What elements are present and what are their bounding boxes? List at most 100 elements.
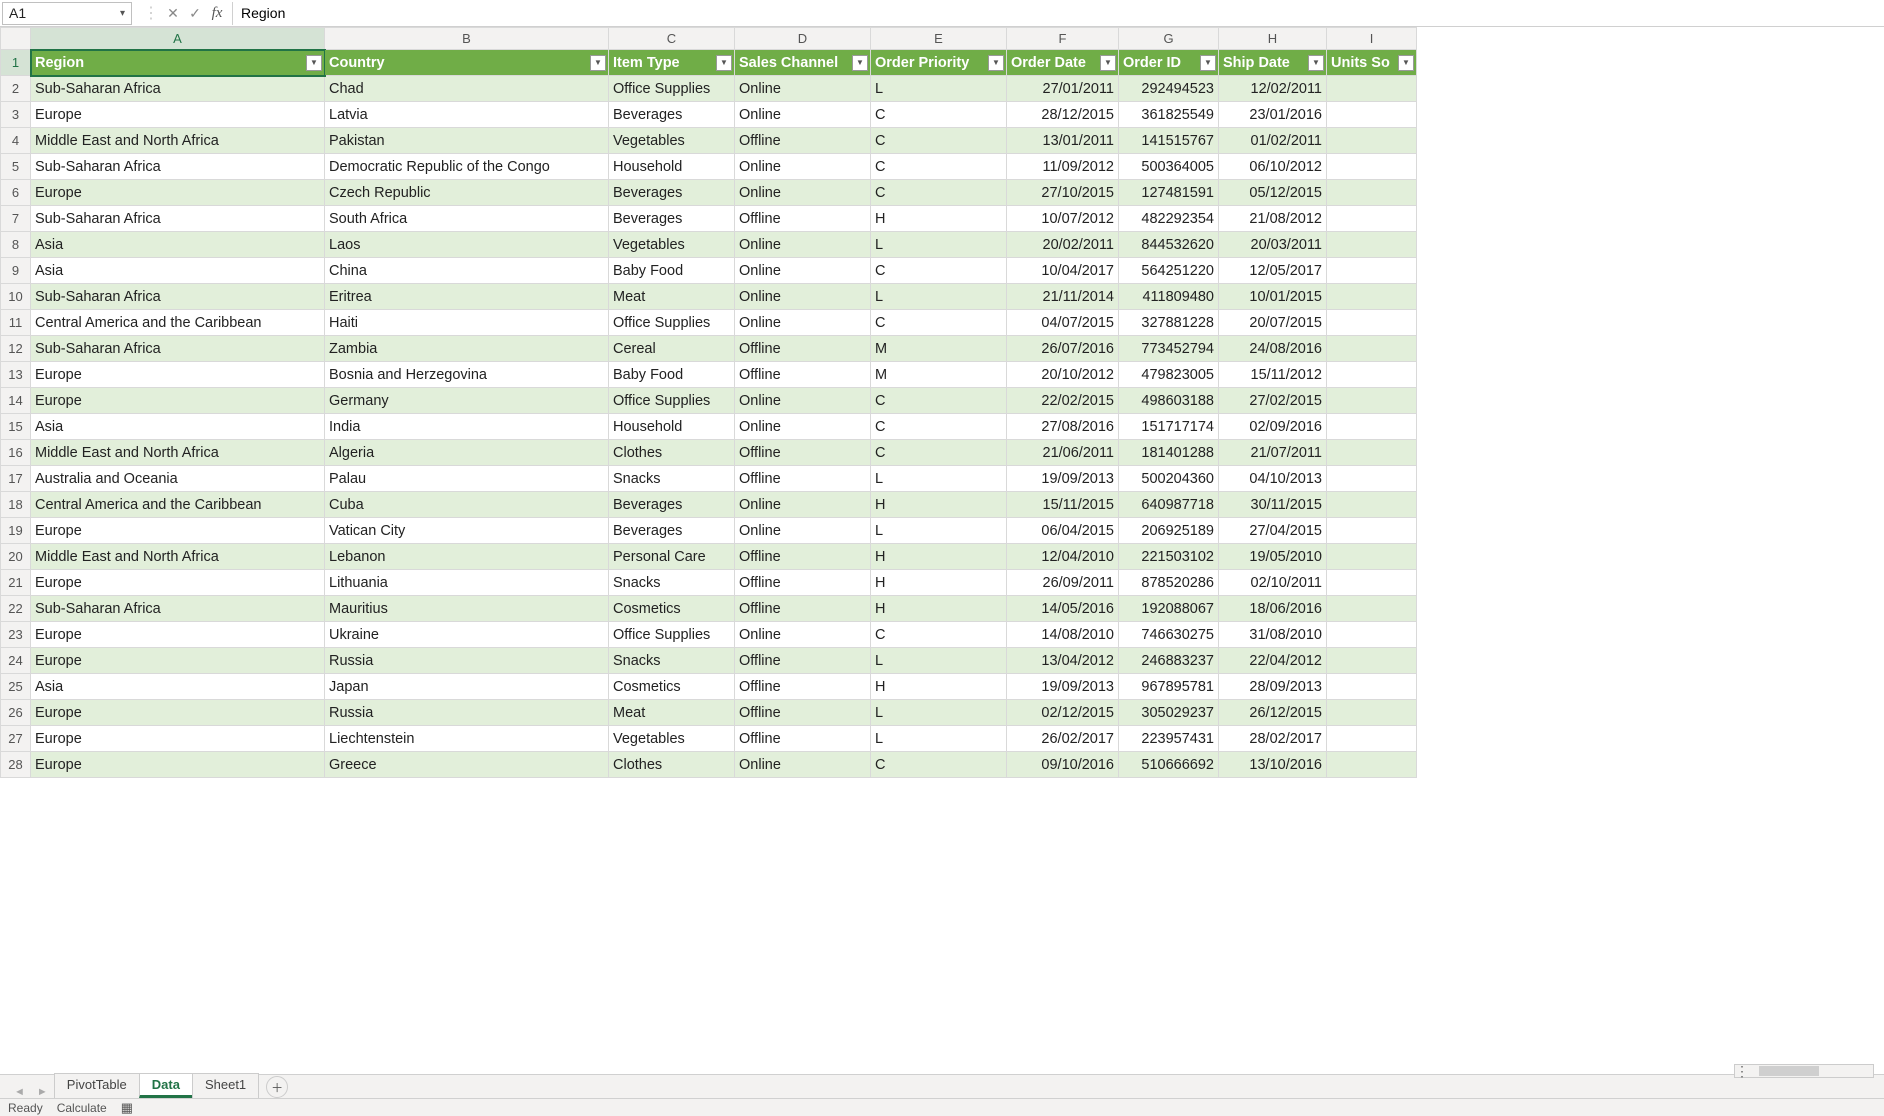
column-header-B[interactable]: B xyxy=(325,28,609,50)
cell-E26[interactable]: L xyxy=(871,700,1007,726)
cell-F28[interactable]: 09/10/2016 xyxy=(1007,752,1119,778)
cell-C27[interactable]: Vegetables xyxy=(609,726,735,752)
row-header-5[interactable]: 5 xyxy=(1,154,31,180)
cell-G25[interactable]: 967895781 xyxy=(1119,674,1219,700)
cell-E12[interactable]: M xyxy=(871,336,1007,362)
cell-B4[interactable]: Pakistan xyxy=(325,128,609,154)
row-header-17[interactable]: 17 xyxy=(1,466,31,492)
cell-C24[interactable]: Snacks xyxy=(609,648,735,674)
column-header-F[interactable]: F xyxy=(1007,28,1119,50)
row-header-18[interactable]: 18 xyxy=(1,492,31,518)
row-header-11[interactable]: 11 xyxy=(1,310,31,336)
cell-I22[interactable] xyxy=(1327,596,1417,622)
table-header-G[interactable]: Order ID▼ xyxy=(1119,50,1219,76)
cell-C21[interactable]: Snacks xyxy=(609,570,735,596)
row-header-15[interactable]: 15 xyxy=(1,414,31,440)
cell-A8[interactable]: Asia xyxy=(31,232,325,258)
sheet-tab-pivottable[interactable]: PivotTable xyxy=(54,1073,140,1098)
cell-F23[interactable]: 14/08/2010 xyxy=(1007,622,1119,648)
cell-A22[interactable]: Sub-Saharan Africa xyxy=(31,596,325,622)
column-header-H[interactable]: H xyxy=(1219,28,1327,50)
cell-C8[interactable]: Vegetables xyxy=(609,232,735,258)
cell-I12[interactable] xyxy=(1327,336,1417,362)
cell-C14[interactable]: Office Supplies xyxy=(609,388,735,414)
cell-D15[interactable]: Online xyxy=(735,414,871,440)
column-header-A[interactable]: A xyxy=(31,28,325,50)
cell-G5[interactable]: 500364005 xyxy=(1119,154,1219,180)
cell-D19[interactable]: Online xyxy=(735,518,871,544)
cell-A17[interactable]: Australia and Oceania xyxy=(31,466,325,492)
cell-G11[interactable]: 327881228 xyxy=(1119,310,1219,336)
record-macro-icon[interactable]: ▦ xyxy=(121,1100,133,1116)
cell-F25[interactable]: 19/09/2013 xyxy=(1007,674,1119,700)
row-header-7[interactable]: 7 xyxy=(1,206,31,232)
cell-C15[interactable]: Household xyxy=(609,414,735,440)
cell-D9[interactable]: Online xyxy=(735,258,871,284)
row-header-20[interactable]: 20 xyxy=(1,544,31,570)
row-header-22[interactable]: 22 xyxy=(1,596,31,622)
cell-F16[interactable]: 21/06/2011 xyxy=(1007,440,1119,466)
cell-A15[interactable]: Asia xyxy=(31,414,325,440)
cell-E24[interactable]: L xyxy=(871,648,1007,674)
cell-E22[interactable]: H xyxy=(871,596,1007,622)
cell-H23[interactable]: 31/08/2010 xyxy=(1219,622,1327,648)
cell-F10[interactable]: 21/11/2014 xyxy=(1007,284,1119,310)
sheet-tab-data[interactable]: Data xyxy=(139,1073,193,1098)
cell-B11[interactable]: Haiti xyxy=(325,310,609,336)
cell-I3[interactable] xyxy=(1327,102,1417,128)
column-header-I[interactable]: I xyxy=(1327,28,1417,50)
cell-D13[interactable]: Offline xyxy=(735,362,871,388)
cell-B24[interactable]: Russia xyxy=(325,648,609,674)
cell-E20[interactable]: H xyxy=(871,544,1007,570)
row-header-9[interactable]: 9 xyxy=(1,258,31,284)
cell-I9[interactable] xyxy=(1327,258,1417,284)
cell-A5[interactable]: Sub-Saharan Africa xyxy=(31,154,325,180)
table-header-C[interactable]: Item Type▼ xyxy=(609,50,735,76)
cell-B5[interactable]: Democratic Republic of the Congo xyxy=(325,154,609,180)
cell-H16[interactable]: 21/07/2011 xyxy=(1219,440,1327,466)
cell-A28[interactable]: Europe xyxy=(31,752,325,778)
cell-G23[interactable]: 746630275 xyxy=(1119,622,1219,648)
cell-I13[interactable] xyxy=(1327,362,1417,388)
cell-D21[interactable]: Offline xyxy=(735,570,871,596)
cell-D12[interactable]: Offline xyxy=(735,336,871,362)
column-header-E[interactable]: E xyxy=(871,28,1007,50)
cell-F18[interactable]: 15/11/2015 xyxy=(1007,492,1119,518)
cell-D25[interactable]: Offline xyxy=(735,674,871,700)
cell-F9[interactable]: 10/04/2017 xyxy=(1007,258,1119,284)
cell-D7[interactable]: Offline xyxy=(735,206,871,232)
column-header-D[interactable]: D xyxy=(735,28,871,50)
cell-I10[interactable] xyxy=(1327,284,1417,310)
table-header-E[interactable]: Order Priority▼ xyxy=(871,50,1007,76)
spreadsheet-grid[interactable]: ABCDEFGHI1Region▼Country▼Item Type▼Sales… xyxy=(0,27,1884,1074)
cell-B28[interactable]: Greece xyxy=(325,752,609,778)
cell-H27[interactable]: 28/02/2017 xyxy=(1219,726,1327,752)
table-header-B[interactable]: Country▼ xyxy=(325,50,609,76)
cell-G18[interactable]: 640987718 xyxy=(1119,492,1219,518)
cell-A24[interactable]: Europe xyxy=(31,648,325,674)
cell-B6[interactable]: Czech Republic xyxy=(325,180,609,206)
cell-I25[interactable] xyxy=(1327,674,1417,700)
row-header-26[interactable]: 26 xyxy=(1,700,31,726)
cell-B22[interactable]: Mauritius xyxy=(325,596,609,622)
cell-C7[interactable]: Beverages xyxy=(609,206,735,232)
scroll-thumb[interactable] xyxy=(1759,1066,1819,1076)
row-header-21[interactable]: 21 xyxy=(1,570,31,596)
column-header-C[interactable]: C xyxy=(609,28,735,50)
cell-B12[interactable]: Zambia xyxy=(325,336,609,362)
filter-icon[interactable]: ▼ xyxy=(1200,55,1216,71)
row-header-23[interactable]: 23 xyxy=(1,622,31,648)
row-header-13[interactable]: 13 xyxy=(1,362,31,388)
cell-D6[interactable]: Online xyxy=(735,180,871,206)
cell-C9[interactable]: Baby Food xyxy=(609,258,735,284)
cell-C23[interactable]: Office Supplies xyxy=(609,622,735,648)
cell-A12[interactable]: Sub-Saharan Africa xyxy=(31,336,325,362)
cell-H15[interactable]: 02/09/2016 xyxy=(1219,414,1327,440)
cell-H13[interactable]: 15/11/2012 xyxy=(1219,362,1327,388)
cell-B7[interactable]: South Africa xyxy=(325,206,609,232)
cell-I28[interactable] xyxy=(1327,752,1417,778)
cell-A7[interactable]: Sub-Saharan Africa xyxy=(31,206,325,232)
cell-C3[interactable]: Beverages xyxy=(609,102,735,128)
cell-C5[interactable]: Household xyxy=(609,154,735,180)
cell-F6[interactable]: 27/10/2015 xyxy=(1007,180,1119,206)
